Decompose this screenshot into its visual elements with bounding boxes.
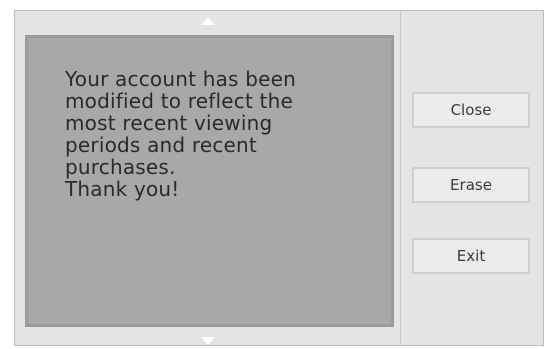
panel-divider bbox=[400, 11, 401, 345]
dialog-window: Your account has been modified to reflec… bbox=[14, 10, 544, 346]
scroll-up-arrow-icon[interactable] bbox=[201, 17, 215, 25]
close-button[interactable]: Close bbox=[412, 92, 530, 128]
scroll-down-arrow-icon[interactable] bbox=[201, 337, 215, 345]
erase-button[interactable]: Erase bbox=[412, 167, 530, 203]
account-modified-message: Your account has been modified to reflec… bbox=[65, 67, 296, 201]
message-pane: Your account has been modified to reflec… bbox=[25, 35, 394, 327]
exit-button[interactable]: Exit bbox=[412, 238, 530, 274]
